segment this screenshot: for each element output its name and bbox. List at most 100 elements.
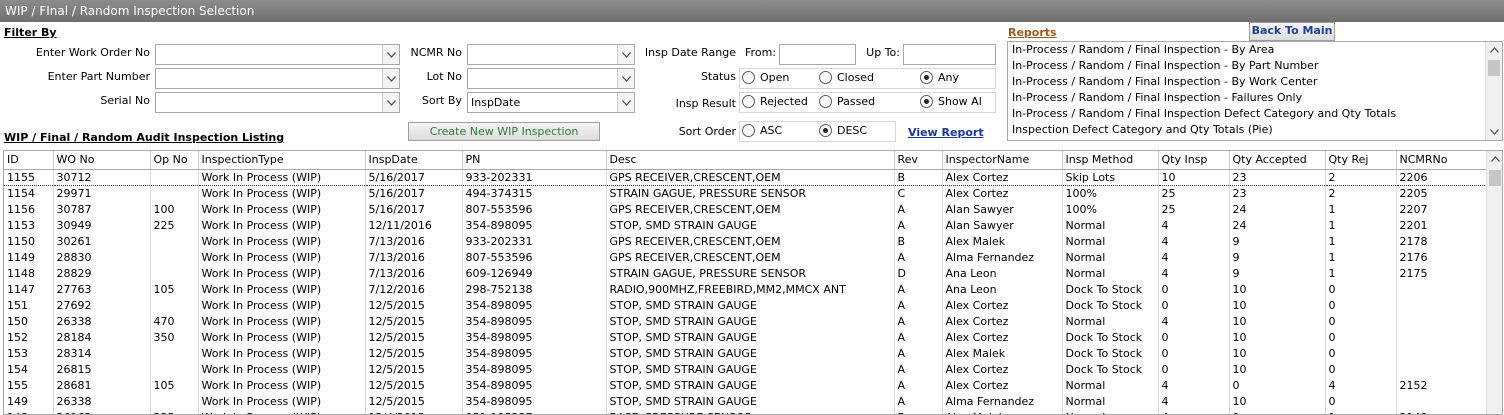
table-cell: 933-202331 xyxy=(462,168,607,186)
table-cell: GPS RECEIVER,CRESCENT,OEM xyxy=(606,168,895,186)
table-cell: Normal xyxy=(1062,393,1159,409)
column-header[interactable]: ID xyxy=(4,151,54,170)
table-row[interactable]: 1150 30261 Work In Process (WIP) 7/13/2016 9… xyxy=(4,233,1488,249)
scroll-thumb[interactable] xyxy=(1488,60,1500,76)
table-row[interactable]: 1155 30712 Work In Process (WIP) 5/16/2017 9… xyxy=(4,168,1488,186)
part-number-value xyxy=(156,69,382,88)
table-cell: Work In Process (WIP) xyxy=(198,409,366,414)
table-cell: C xyxy=(894,185,943,201)
serial-combo[interactable] xyxy=(155,92,400,113)
column-header[interactable]: InspectorName xyxy=(942,151,1063,170)
scroll-up-icon[interactable] xyxy=(1486,42,1502,58)
reports-scrollbar[interactable] xyxy=(1485,42,1502,140)
column-header[interactable]: Insp Method xyxy=(1062,151,1159,170)
inspection-grid[interactable]: ID WO No Op No InspectionType InspDate PN Desc… xyxy=(3,150,1503,415)
table-cell: 1148 xyxy=(4,265,54,281)
chevron-down-icon[interactable] xyxy=(617,45,634,64)
table-row[interactable]: 1147 27763 105 Work In Process (WIP) 7/12/20… xyxy=(4,281,1488,297)
table-row[interactable]: 14826162235Work In Process (WIP)12/4/201… xyxy=(4,409,1488,414)
table-cell xyxy=(150,185,199,201)
back-to-main-button[interactable]: Back To Main xyxy=(1249,22,1335,41)
serial-value xyxy=(156,93,382,112)
table-cell: A xyxy=(894,313,943,329)
scroll-down-icon[interactable] xyxy=(1486,124,1502,140)
table-cell: 152 xyxy=(4,329,54,345)
report-item[interactable]: In-Process / Random / Final Inspection -… xyxy=(1008,90,1502,106)
view-report-link[interactable]: View Report xyxy=(908,126,984,139)
table-cell xyxy=(150,297,199,313)
table-row[interactable]: 154 26815 Work In Process (WIP) 12/5/2015 35… xyxy=(4,361,1488,377)
report-item[interactable]: In-Process / Random / Final Inspection -… xyxy=(1008,58,1502,74)
scroll-thumb[interactable] xyxy=(1489,170,1501,186)
table-row[interactable]: 155 28681 105 Work In Process (WIP) 12/5/201… xyxy=(4,377,1488,393)
table-cell: 2152 xyxy=(1396,377,1488,393)
column-header[interactable]: Op No xyxy=(150,151,199,170)
column-header[interactable]: Qty Insp xyxy=(1158,151,1230,170)
lot-combo[interactable] xyxy=(467,68,635,89)
table-cell: 149 xyxy=(4,393,54,409)
column-header[interactable]: Desc xyxy=(606,151,895,170)
chevron-down-icon[interactable] xyxy=(617,93,634,112)
grid-scrollbar[interactable] xyxy=(1486,151,1502,414)
sort-asc-radio[interactable]: ASC xyxy=(742,124,782,137)
chevron-down-icon[interactable] xyxy=(382,69,399,88)
table-cell: GPS RECEIVER,CRESCENT,OEM xyxy=(606,233,895,249)
table-row[interactable]: 152 28184 350 Work In Process (WIP) 12/5/201… xyxy=(4,329,1488,345)
report-item[interactable]: In-Process / Random / Final Inspection D… xyxy=(1008,106,1502,122)
part-number-combo[interactable] xyxy=(155,68,400,89)
table-cell: 24 xyxy=(1229,201,1326,217)
table-cell: 12/5/2015 xyxy=(365,377,463,393)
chevron-down-icon[interactable] xyxy=(617,69,634,88)
report-item[interactable]: Inspection Defect Category and Qty Total… xyxy=(1008,122,1502,138)
report-item[interactable]: In-Process / Random / Final Inspection -… xyxy=(1008,74,1502,90)
table-cell: A xyxy=(894,281,943,297)
table-row[interactable]: 1154 29971 Work In Process (WIP) 5/16/2017 4… xyxy=(4,185,1488,201)
table-cell: Alex Cortez xyxy=(942,168,1063,186)
column-header[interactable]: InspectionType xyxy=(198,151,366,170)
sort-by-combo[interactable]: InspDate xyxy=(467,92,635,113)
table-row[interactable]: 1148 28829 Work In Process (WIP) 7/13/2016 6… xyxy=(4,265,1488,281)
create-wip-inspection-button[interactable]: Create New WIP Inspection xyxy=(408,122,600,141)
table-cell: 2176 xyxy=(1396,249,1488,265)
sort-by-value: InspDate xyxy=(471,96,521,109)
chevron-down-icon[interactable] xyxy=(382,45,399,64)
table-row[interactable]: 151 27692 Work In Process (WIP) 12/5/2015 35… xyxy=(4,297,1488,313)
table-row[interactable]: 153 28314 Work In Process (WIP) 12/5/2015 35… xyxy=(4,345,1488,361)
table-row[interactable]: 1153 30949 225 Work In Process (WIP) 12/11/2… xyxy=(4,217,1488,233)
table-cell: Alan Sawyer xyxy=(942,217,1063,233)
status-any-radio[interactable]: Any xyxy=(920,71,959,84)
table-cell: 10 xyxy=(1229,361,1326,377)
reports-listbox[interactable]: In-Process / Random / Final Inspection -… xyxy=(1007,41,1503,141)
result-showall-radio[interactable]: Show Al xyxy=(920,95,982,108)
work-order-combo[interactable] xyxy=(155,44,400,65)
column-header[interactable]: InspDate xyxy=(365,151,463,170)
sort-desc-radio[interactable]: DESC xyxy=(819,124,867,137)
date-upto-input[interactable] xyxy=(903,44,996,65)
table-row[interactable]: 1156 30787 100 Work In Process (WIP) 5/16/20… xyxy=(4,201,1488,217)
table-cell: 10 xyxy=(1229,297,1326,313)
table-cell: 100 xyxy=(150,201,199,217)
chevron-down-icon[interactable] xyxy=(382,93,399,112)
table-row[interactable]: 149 26338 Work In Process (WIP) 12/5/2015 35… xyxy=(4,393,1488,409)
table-cell xyxy=(150,361,199,377)
column-header[interactable]: Qty Rej xyxy=(1325,151,1397,170)
table-row[interactable]: 1149 28830 Work In Process (WIP) 7/13/2016 8… xyxy=(4,249,1488,265)
scroll-up-icon[interactable] xyxy=(1487,151,1502,167)
column-header[interactable]: PN xyxy=(462,151,607,170)
lot-label: Lot No xyxy=(426,70,462,83)
report-item[interactable]: In-Process / Random / Final Inspection -… xyxy=(1008,42,1502,58)
column-header[interactable]: WO No xyxy=(53,151,151,170)
table-cell: 151 xyxy=(4,297,54,313)
column-header[interactable]: Rev xyxy=(894,151,943,170)
result-option-label: Rejected xyxy=(760,95,808,108)
column-header[interactable]: Qty Accepted xyxy=(1229,151,1326,170)
status-open-radio[interactable]: Open xyxy=(742,71,789,84)
date-from-input[interactable] xyxy=(779,44,856,65)
column-header[interactable]: NCMRNo xyxy=(1396,151,1488,170)
result-rejected-radio[interactable]: Rejected xyxy=(742,95,808,108)
result-passed-radio[interactable]: Passed xyxy=(819,95,875,108)
ncmr-combo[interactable] xyxy=(467,44,635,65)
table-row[interactable]: 150 26338 470 Work In Process (WIP) 12/5/201… xyxy=(4,313,1488,329)
table-cell: Work In Process (WIP) xyxy=(198,185,366,201)
status-closed-radio[interactable]: Closed xyxy=(819,71,874,84)
